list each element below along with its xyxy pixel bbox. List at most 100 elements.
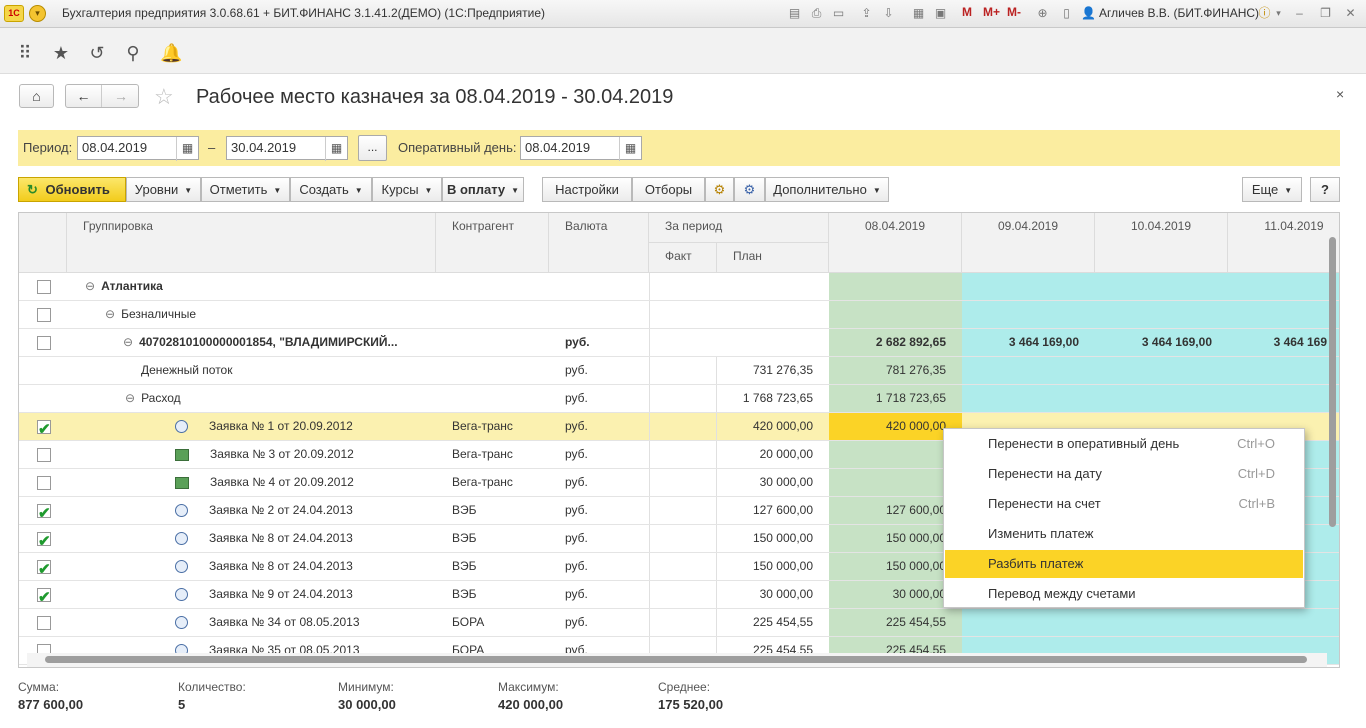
context-menu-item[interactable]: Перенести на дату Ctrl+D (945, 460, 1303, 488)
context-menu-item[interactable]: Изменить платеж (945, 520, 1303, 548)
table-row[interactable]: ⊖ Расход руб. 1 768 723,65 1 718 723,65 (19, 385, 1339, 413)
header-counterparty[interactable]: Контрагент (436, 213, 549, 273)
table-row[interactable]: ⊖ Безналичные (19, 301, 1339, 329)
check-cell[interactable] (19, 553, 67, 580)
check-cell[interactable] (19, 301, 67, 328)
memory-m-button[interactable]: M (962, 5, 972, 19)
home-button[interactable]: ⌂ (19, 84, 54, 108)
rates-button[interactable]: Курсы ▼ (372, 177, 442, 202)
close-window-button[interactable]: ✕ (1342, 5, 1359, 22)
header-date-1[interactable]: 08.04.2019 (829, 213, 962, 273)
history-icon[interactable]: ↺ (86, 42, 108, 64)
header-date-2[interactable]: 09.04.2019 (962, 213, 1095, 273)
calendar-icon[interactable]: ▦ (325, 137, 347, 161)
vertical-scrollbar[interactable] (1327, 221, 1339, 651)
filter-gear-icon[interactable]: ⚙ (734, 177, 765, 202)
vertical-scroll-thumb[interactable] (1329, 237, 1336, 527)
horizontal-scroll-thumb[interactable] (45, 656, 1307, 663)
filters-button[interactable]: Отборы (632, 177, 705, 202)
row-checkbox[interactable] (37, 448, 51, 462)
header-fact[interactable]: Факт (649, 243, 717, 273)
collapse-toggle-icon[interactable]: ⊖ (123, 335, 133, 349)
calendar-icon[interactable]: ▣ (932, 5, 949, 22)
zoom-icon[interactable]: ⊕ (1034, 5, 1051, 22)
header-date-3[interactable]: 10.04.2019 (1095, 213, 1228, 273)
extra-button[interactable]: Дополнительно ▼ (765, 177, 889, 202)
favorites-star-icon[interactable]: ★ (50, 42, 72, 64)
upload-icon[interactable]: ⇪ (858, 5, 875, 22)
row-checkbox[interactable] (37, 476, 51, 490)
row-checkbox[interactable] (37, 584, 51, 608)
row-checkbox[interactable] (37, 308, 51, 322)
memory-mminus-button[interactable]: M- (1007, 5, 1021, 19)
help-button[interactable]: ? (1310, 177, 1340, 202)
table-row[interactable]: Денежный поток руб. 731 276,35 781 276,35 (19, 357, 1339, 385)
search-icon[interactable]: ⚲ (122, 42, 144, 64)
check-cell[interactable] (19, 441, 67, 468)
context-menu-item[interactable]: Перенести на счет Ctrl+B (945, 490, 1303, 518)
maximize-button[interactable]: ❐ (1317, 5, 1334, 22)
check-cell[interactable] (19, 357, 67, 384)
check-cell[interactable] (19, 497, 67, 524)
header-grouping[interactable]: Группировка (67, 213, 436, 273)
settings-button[interactable]: Настройки (542, 177, 632, 202)
collapse-toggle-icon[interactable]: ⊖ (125, 391, 135, 405)
memory-mplus-button[interactable]: M+ (983, 5, 1000, 19)
period-select-button[interactable]: ... (358, 135, 387, 161)
save-icon[interactable]: ▤ (786, 5, 803, 22)
row-checkbox[interactable] (37, 616, 51, 630)
refresh-button[interactable]: ↻ Обновить (18, 177, 126, 202)
row-checkbox[interactable] (37, 336, 51, 350)
check-cell[interactable] (19, 469, 67, 496)
panels-icon[interactable]: ▯ (1058, 5, 1075, 22)
check-cell[interactable] (19, 581, 67, 608)
check-cell[interactable] (19, 273, 67, 300)
minimize-button[interactable]: – (1291, 5, 1308, 22)
main-menu-button[interactable]: ▾ (29, 5, 46, 22)
mark-button[interactable]: Отметить ▼ (201, 177, 290, 202)
info-dropdown-icon[interactable]: ▾ (1270, 5, 1287, 22)
check-cell[interactable] (19, 525, 67, 552)
header-currency[interactable]: Валюта (549, 213, 649, 273)
print-icon[interactable]: ⎙ (808, 5, 825, 22)
context-menu-item[interactable]: Перевод между счетами (945, 580, 1303, 608)
horizontal-scrollbar[interactable] (27, 653, 1327, 667)
notifications-bell-icon[interactable]: 🔔 (160, 42, 182, 64)
context-menu-item[interactable]: Разбить платеж (945, 550, 1303, 578)
create-button[interactable]: Создать ▼ (290, 177, 372, 202)
row-checkbox[interactable] (37, 556, 51, 580)
period-to-field[interactable]: 30.04.2019 ▦ (226, 136, 348, 161)
table-row[interactable]: ⊖ 40702810100000001854, "ВЛАДИМИРСКИЙ... р… (19, 329, 1339, 357)
more-button[interactable]: Еще ▼ (1242, 177, 1302, 202)
check-cell[interactable] (19, 413, 67, 440)
favorite-star-icon[interactable]: ☆ (154, 84, 174, 110)
op-day-field[interactable]: 08.04.2019 ▦ (520, 136, 642, 161)
check-cell[interactable] (19, 329, 67, 356)
header-plan[interactable]: План (717, 243, 829, 273)
header-date-4[interactable]: 11.04.2019 (1228, 213, 1339, 273)
forward-arrow-icon[interactable]: → (103, 85, 139, 107)
header-period[interactable]: За период (649, 213, 829, 243)
table-row[interactable]: Заявка № 34 от 08.05.2013 БОРА руб. 225 454… (19, 609, 1339, 637)
row-checkbox[interactable] (37, 500, 51, 524)
apps-grid-icon[interactable]: ⠿ (14, 42, 36, 64)
settings-gear-icon[interactable]: ⚙ (705, 177, 734, 202)
download-icon[interactable]: ⇩ (880, 5, 897, 22)
row-checkbox[interactable] (37, 280, 51, 294)
calculator-icon[interactable]: ▦ (910, 5, 927, 22)
preview-icon[interactable]: ▭ (830, 5, 847, 22)
collapse-toggle-icon[interactable]: ⊖ (105, 307, 115, 321)
calendar-icon[interactable]: ▦ (176, 137, 198, 161)
collapse-toggle-icon[interactable]: ⊖ (85, 279, 95, 293)
to-pay-button[interactable]: В оплату ▼ (442, 177, 524, 202)
calendar-icon[interactable]: ▦ (619, 137, 641, 161)
check-cell[interactable] (19, 385, 67, 412)
table-row[interactable]: ⊖ Атлантика (19, 273, 1339, 301)
context-menu-item[interactable]: Перенести в оперативный день Ctrl+O (945, 430, 1303, 458)
row-checkbox[interactable] (37, 528, 51, 552)
current-user[interactable]: Агличев В.В. (БИТ.ФИНАНС) (1099, 6, 1259, 20)
row-checkbox[interactable] (37, 416, 51, 440)
check-cell[interactable] (19, 609, 67, 636)
levels-button[interactable]: Уровни ▼ (126, 177, 201, 202)
close-form-button[interactable]: × (1336, 86, 1344, 102)
